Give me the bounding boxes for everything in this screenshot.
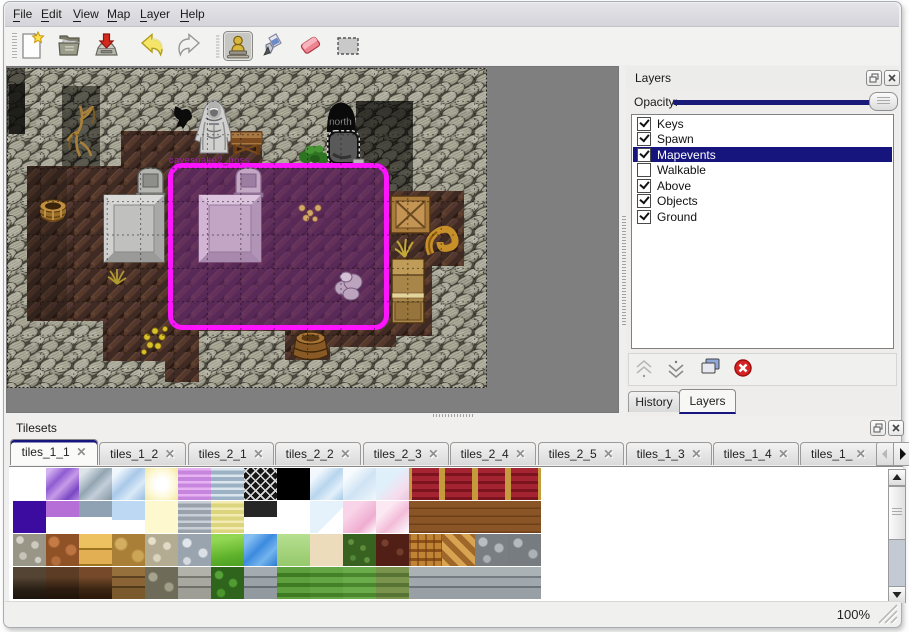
svg-text:cavesnake2_boss: cavesnake2_boss: [169, 155, 250, 165]
svg-text:north: north: [329, 117, 352, 128]
